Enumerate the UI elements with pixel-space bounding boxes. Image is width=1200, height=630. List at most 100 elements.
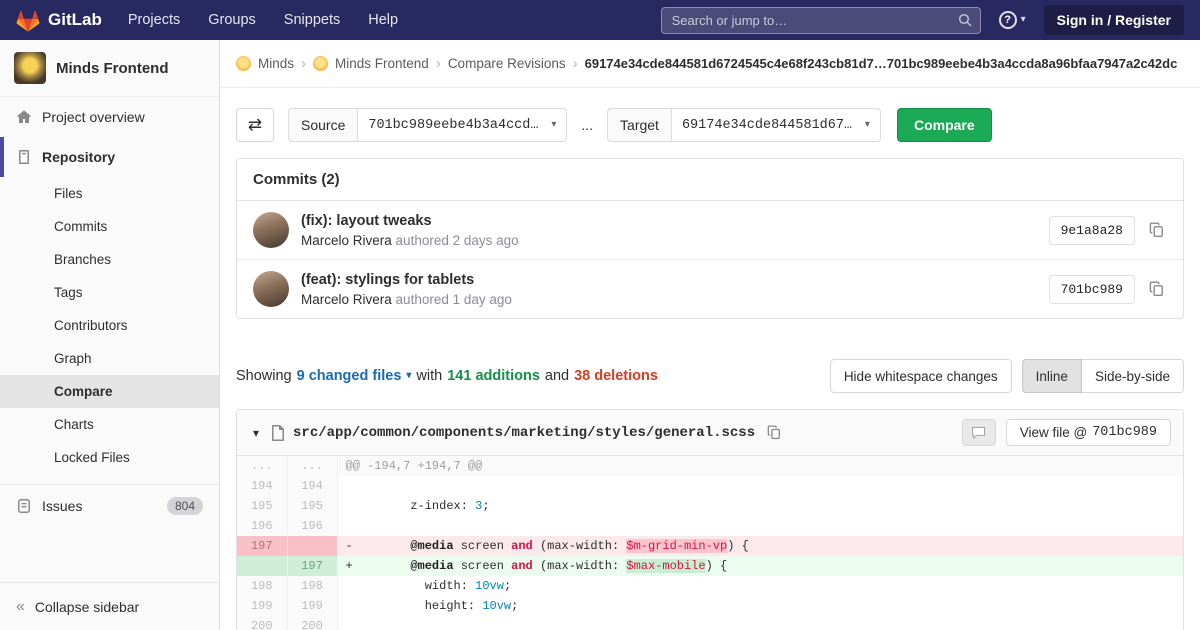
brand-title: GitLab xyxy=(48,10,102,30)
nav-groups[interactable]: Groups xyxy=(208,12,256,28)
commit-timestamp: authored 1 day ago xyxy=(396,292,512,307)
sidebar-item-charts[interactable]: Charts xyxy=(0,408,219,441)
sidebar-item-files[interactable]: Files xyxy=(0,177,219,210)
collapse-sidebar-button[interactable]: « Collapse sidebar xyxy=(0,582,219,630)
nav-snippets[interactable]: Snippets xyxy=(284,12,340,28)
old-line-number[interactable]: 195 xyxy=(237,496,287,516)
copy-sha-button[interactable] xyxy=(1147,220,1167,240)
view-file-button[interactable]: View file @ 701bc989 xyxy=(1006,419,1171,446)
view-file-sha: 701bc989 xyxy=(1092,425,1157,440)
toggle-comments-button[interactable] xyxy=(962,419,996,446)
compare-revisions-form: ⇄ Source 701bc989eebe4b3a4ccd… ▾ ... Tar… xyxy=(236,108,1184,142)
sidebar-item-branches[interactable]: Branches xyxy=(0,243,219,276)
nav-projects[interactable]: Projects xyxy=(128,12,180,28)
old-line-number[interactable]: 199 xyxy=(237,596,287,616)
compare-button[interactable]: Compare xyxy=(897,108,992,142)
minds-group-avatar xyxy=(236,56,251,71)
deletions-count: 38 deletions xyxy=(574,368,658,384)
swap-revisions-button[interactable]: ⇄ xyxy=(236,108,274,142)
diff-line-code: @@ -194,7 +194,7 @@ xyxy=(337,456,1183,476)
changed-files-label: 9 changed files xyxy=(297,368,402,384)
new-line-number[interactable]: 200 xyxy=(287,616,337,630)
new-line-number[interactable]: 199 xyxy=(287,596,337,616)
comment-icon xyxy=(971,426,986,439)
sidebar-item-compare[interactable]: Compare xyxy=(0,375,219,408)
target-label: Target xyxy=(607,108,671,142)
target-ref-value: 69174e34cde844581d67… xyxy=(682,118,852,133)
gitlab-home-link[interactable]: GitLab xyxy=(16,9,102,32)
diff-file-path[interactable]: src/app/common/components/marketing/styl… xyxy=(293,425,755,441)
old-line-number[interactable] xyxy=(237,556,287,576)
commit-author-avatar xyxy=(253,212,289,248)
showing-label: Showing xyxy=(236,368,292,384)
double-chevron-left-icon: « xyxy=(16,598,25,616)
breadcrumb-group[interactable]: Minds xyxy=(258,56,294,71)
diff-line: 197+ @media screen and (max-width: $max-… xyxy=(237,556,1183,576)
commit-sha-link[interactable]: 701bc989 xyxy=(1049,275,1135,304)
chevron-right-icon: › xyxy=(436,55,441,72)
diff-line: 195195 z-index: 3; xyxy=(237,496,1183,516)
new-line-number[interactable]: 196 xyxy=(287,516,337,536)
view-file-label: View file @ xyxy=(1020,425,1087,440)
new-line-number[interactable]: 195 xyxy=(287,496,337,516)
changed-files-dropdown[interactable]: 9 changed files ▾ xyxy=(297,368,412,384)
new-line-number[interactable] xyxy=(287,536,337,556)
old-line-number[interactable]: 200 xyxy=(237,616,287,630)
copy-sha-button[interactable] xyxy=(1147,279,1167,299)
sidebar-item-project-overview[interactable]: Project overview xyxy=(0,97,219,137)
help-dropdown[interactable]: ? ▾ xyxy=(999,11,1026,29)
breadcrumb-compare-revisions[interactable]: Compare Revisions xyxy=(448,56,566,71)
sidebar-item-repository[interactable]: Repository xyxy=(0,137,219,177)
sign-in-button[interactable]: Sign in / Register xyxy=(1044,5,1184,35)
collapse-diff-icon[interactable]: ▾ xyxy=(249,426,263,440)
diff-line: ......@@ -194,7 +194,7 @@ xyxy=(237,456,1183,476)
hide-whitespace-button[interactable]: Hide whitespace changes xyxy=(830,359,1012,393)
project-name: Minds Frontend xyxy=(56,60,169,77)
copy-file-path-button[interactable] xyxy=(765,423,784,442)
home-icon xyxy=(16,109,32,125)
gitlab-tanuki-icon xyxy=(16,9,40,32)
commit-title-link[interactable]: (fix): layout tweaks xyxy=(301,213,1049,229)
commit-title-link[interactable]: (feat): stylings for tablets xyxy=(301,272,1049,288)
new-line-number[interactable]: 197 xyxy=(287,556,337,576)
diff-summary-bar: Showing 9 changed files ▾ with 141 addit… xyxy=(236,359,1184,393)
inline-view-button[interactable]: Inline xyxy=(1022,359,1082,393)
commit-author-link[interactable]: Marcelo Rivera xyxy=(301,292,392,307)
diff-line: 197- @media screen and (max-width: $m-gr… xyxy=(237,536,1183,556)
nav-help[interactable]: Help xyxy=(368,12,398,28)
sidebar-item-locked-files[interactable]: Locked Files xyxy=(0,441,219,474)
source-ref-dropdown[interactable]: 701bc989eebe4b3a4ccd… ▾ xyxy=(357,108,567,142)
search-input[interactable] xyxy=(661,7,981,34)
old-line-number[interactable]: 197 xyxy=(237,536,287,556)
sidebar-item-commits[interactable]: Commits xyxy=(0,210,219,243)
new-line-number[interactable]: 194 xyxy=(287,476,337,496)
chevron-right-icon: › xyxy=(301,55,306,72)
target-ref-dropdown[interactable]: 69174e34cde844581d67… ▾ xyxy=(671,108,881,142)
diff-line-code: height: 10vw; xyxy=(337,596,1183,616)
new-line-number[interactable]: ... xyxy=(287,456,337,476)
sidebar-item-graph[interactable]: Graph xyxy=(0,342,219,375)
commit-author-link[interactable]: Marcelo Rivera xyxy=(301,233,392,248)
sidebar-item-contributors[interactable]: Contributors xyxy=(0,309,219,342)
file-icon xyxy=(271,425,285,441)
project-context-link[interactable]: Minds Frontend xyxy=(0,40,219,97)
diff-line: 198198 width: 10vw; xyxy=(237,576,1183,596)
breadcrumb-project[interactable]: Minds Frontend xyxy=(335,56,429,71)
repository-icon xyxy=(16,149,32,165)
old-line-number[interactable]: 196 xyxy=(237,516,287,536)
source-ref-value: 701bc989eebe4b3a4ccd… xyxy=(368,118,538,133)
commit-row: (feat): stylings for tablets Marcelo Riv… xyxy=(237,259,1183,318)
diff-line: 199199 height: 10vw; xyxy=(237,596,1183,616)
old-line-number[interactable]: ... xyxy=(237,456,287,476)
diff-sign xyxy=(346,619,353,630)
side-by-side-view-button[interactable]: Side-by-side xyxy=(1082,359,1184,393)
old-line-number[interactable]: 194 xyxy=(237,476,287,496)
diff-line: 196196 xyxy=(237,516,1183,536)
breadcrumb: Minds › Minds Frontend › Compare Revisio… xyxy=(220,40,1200,88)
old-line-number[interactable]: 198 xyxy=(237,576,287,596)
sidebar-item-tags[interactable]: Tags xyxy=(0,276,219,309)
new-line-number[interactable]: 198 xyxy=(287,576,337,596)
commit-sha-link[interactable]: 9e1a8a28 xyxy=(1049,216,1135,245)
sidebar-item-issues[interactable]: Issues 804 xyxy=(0,485,219,527)
collapse-sidebar-label: Collapse sidebar xyxy=(35,599,139,615)
